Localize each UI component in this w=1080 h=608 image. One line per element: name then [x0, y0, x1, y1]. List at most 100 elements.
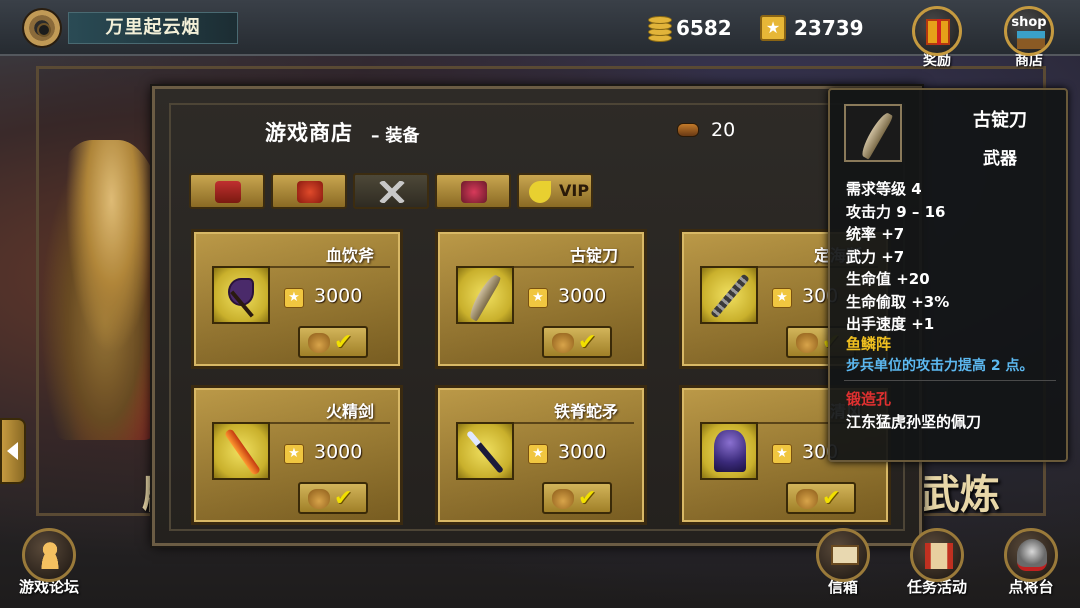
stat-line: 武力 +7: [846, 247, 905, 266]
stat-line: 需求等级 4: [846, 180, 922, 198]
star-price-icon: ★: [284, 444, 304, 464]
checkmark-icon: ✔: [578, 330, 597, 355]
item-price: 3000: [314, 285, 363, 307]
item-name: 血饮斧: [325, 246, 374, 265]
tooltip-formation-description: 步兵单位的攻击力提高 2 点。: [846, 358, 1034, 374]
buy-button[interactable]: ✔: [542, 482, 612, 514]
mail-icon: [831, 545, 859, 565]
token-icon: [677, 123, 699, 137]
item-icon-frame[interactable]: [700, 422, 758, 480]
tab-weapons[interactable]: [353, 173, 429, 209]
item-card[interactable]: 铁脊蛇矛 ★ 3000 ✔: [435, 385, 647, 525]
item-price: 3000: [558, 441, 607, 463]
shop-title: 游戏商店: [265, 121, 353, 145]
general-button[interactable]: 点将台: [986, 528, 1076, 597]
scroll-icon: [925, 543, 953, 569]
divider: [844, 380, 1056, 381]
money-bag-icon: [796, 333, 818, 353]
stat-line: 统率 +7: [846, 225, 905, 243]
item-icon-frame[interactable]: [456, 422, 514, 480]
item-price: 3000: [558, 285, 607, 307]
quest-button[interactable]: 任务活动: [892, 528, 982, 597]
armor-icon: [297, 181, 323, 203]
gift-box-icon: [926, 19, 950, 45]
player-name[interactable]: 万里起云烟: [68, 12, 238, 44]
token-count: 20: [711, 119, 736, 141]
whip-icon: [710, 273, 750, 319]
star-price-icon: ★: [772, 288, 792, 308]
sabre-icon: [858, 110, 894, 160]
item-tooltip: 古锭刀 武器 需求等级 4 攻击力 9 – 16 统率 +7 武力 +7 生命值…: [828, 88, 1068, 462]
vip-label: VIP: [559, 181, 590, 200]
buy-button[interactable]: ✔: [298, 326, 368, 358]
buy-button[interactable]: ✔: [786, 482, 856, 514]
top-bar: 万里起云烟 6582 ★ 23739 奖励 shop 商店: [0, 0, 1080, 69]
tooltip-item-name: 古锭刀: [973, 110, 1027, 131]
item-name: 铁脊蛇矛: [553, 402, 618, 421]
settings-gear-icon[interactable]: [22, 8, 62, 48]
shop-category: – 装备: [371, 126, 420, 146]
tooltip-item-icon-frame: [844, 104, 902, 162]
star-price-icon: ★: [284, 288, 304, 308]
treasure-chest-icon: [215, 181, 241, 203]
item-price: 3000: [314, 441, 363, 463]
forum-button[interactable]: 游戏论坛: [4, 528, 94, 597]
tab-gear[interactable]: [435, 173, 511, 209]
tooltip-formation: 鱼鳞阵: [846, 335, 892, 353]
star-price-icon: ★: [528, 288, 548, 308]
item-icon-frame[interactable]: [700, 266, 758, 324]
tooltip-item-type: 武器: [983, 149, 1017, 169]
item-icon-frame[interactable]: [456, 266, 514, 324]
checkmark-icon: ✔: [578, 486, 597, 511]
item-name: 古锭刀: [569, 246, 618, 265]
money-bag-icon: [308, 333, 330, 353]
robe-icon: [714, 430, 746, 472]
item-card[interactable]: 古锭刀 ★ 3000 ✔: [435, 229, 647, 369]
tab-chest[interactable]: [189, 173, 265, 209]
buy-button[interactable]: ✔: [542, 326, 612, 358]
shop-panel: 游戏商店 – 装备 20 VIP 血饮斧 ★ 3000 ✔ 古锭刀 ★ 3000…: [152, 86, 922, 546]
star-amount: 23739: [794, 16, 864, 40]
sabre-icon: [466, 272, 502, 322]
tooltip-forge-slot: 锻造孔: [846, 390, 892, 408]
fire-sword-icon: [223, 428, 262, 476]
previous-page-arrow-icon[interactable]: [0, 418, 26, 484]
stat-line: 攻击力 9 – 16: [846, 202, 946, 221]
serpent-spear-icon: [465, 430, 505, 474]
tooltip-stats: 需求等级 4 攻击力 9 – 16 统率 +7 武力 +7 生命值 +20 生命…: [846, 178, 1066, 336]
money-bag-icon: [308, 489, 330, 509]
gold-amount: 6582: [676, 16, 732, 40]
money-bag-icon: [552, 333, 574, 353]
tab-armor[interactable]: [271, 173, 347, 209]
stat-line: 生命值 +20: [846, 270, 930, 288]
star-price-icon: ★: [528, 444, 548, 464]
item-card[interactable]: 火精剑 ★ 3000 ✔: [191, 385, 403, 525]
tooltip-description: 江东猛虎孙坚的佩刀: [846, 413, 982, 431]
shop-button[interactable]: shop 商店: [1000, 6, 1058, 69]
star-currency-icon: ★: [760, 15, 786, 41]
buy-button[interactable]: ✔: [298, 482, 368, 514]
item-card[interactable]: 血饮斧 ★ 3000 ✔: [191, 229, 403, 369]
gear-pack-icon: [461, 181, 487, 203]
checkmark-icon: ✔: [334, 330, 353, 355]
money-bag-icon: [796, 489, 818, 509]
background-calligraphy-right: 武炼: [920, 471, 1000, 518]
gold-coins-icon: [646, 14, 674, 44]
tab-vip[interactable]: VIP: [517, 173, 593, 209]
crossed-swords-icon: [379, 181, 405, 203]
mail-button[interactable]: 信箱: [798, 528, 888, 597]
stat-line: 生命偷取 +3%: [846, 292, 950, 311]
axe-icon: [222, 274, 262, 318]
checkmark-icon: ✔: [334, 486, 353, 511]
star-price-icon: ★: [772, 444, 792, 464]
vip-icon: [529, 181, 551, 203]
shop-icon-text: shop: [1011, 15, 1047, 30]
shop-stall-icon: [1017, 31, 1045, 49]
people-icon: [37, 541, 63, 569]
rewards-button[interactable]: 奖励: [908, 6, 966, 69]
item-icon-frame[interactable]: [212, 422, 270, 480]
helmet-icon: [1017, 539, 1047, 571]
item-icon-frame[interactable]: [212, 266, 270, 324]
item-name: 火精剑: [325, 402, 374, 421]
checkmark-icon: ✔: [822, 486, 841, 511]
